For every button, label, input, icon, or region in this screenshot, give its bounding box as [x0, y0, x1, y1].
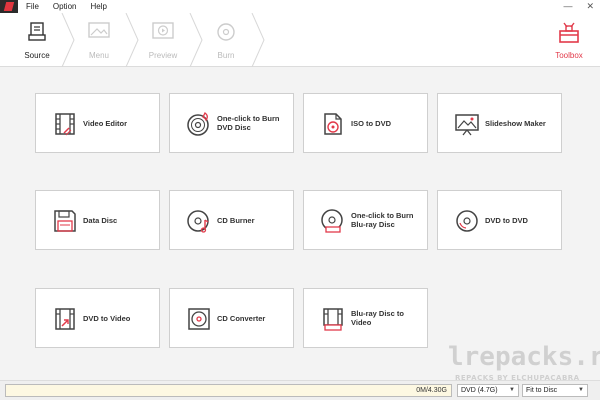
minimize-button[interactable]: —	[563, 0, 572, 12]
menu-option[interactable]: Option	[53, 2, 77, 11]
close-button[interactable]: ✕	[586, 0, 594, 12]
tool-label: CD Converter	[217, 313, 266, 323]
source-icon	[28, 22, 46, 41]
tool-video-editor[interactable]: Video Editor	[35, 93, 160, 153]
tool-label: Video Editor	[83, 118, 128, 128]
fit-mode-select[interactable]: Fit to Disc ▼	[522, 384, 588, 397]
step-menu[interactable]: Menu	[68, 13, 130, 67]
step-preview[interactable]: Preview	[132, 13, 194, 67]
tool-label: DVD to DVD	[485, 215, 528, 225]
tool-label: DVD to Video	[83, 313, 131, 323]
chevron-down-icon: ▼	[509, 387, 515, 393]
menu-bar: File Option Help — ✕	[0, 0, 600, 13]
status-bar: 0M/4.30G DVD (4.7G) ▼ Fit to Disc ▼	[0, 380, 600, 400]
tool-label: ISO to DVD	[351, 118, 392, 128]
floppy-icon	[54, 210, 76, 232]
fit-mode-value: Fit to Disc	[526, 387, 558, 394]
dvd-to-video-icon	[55, 308, 75, 330]
cd-burner-icon	[187, 210, 209, 233]
step-burn-label: Burn	[217, 51, 235, 60]
bluray-to-video-icon	[323, 308, 343, 331]
tool-label: Data Disc	[83, 215, 118, 225]
slideshow-icon	[455, 114, 479, 136]
burn-bluray-icon	[321, 209, 343, 233]
iso-icon	[324, 113, 342, 135]
menu-image-icon	[88, 22, 110, 38]
tool-iso-to-dvd[interactable]: ISO to DVD	[303, 93, 428, 153]
disc-type-value: DVD (4.7G)	[461, 387, 498, 394]
tool-burn-dvd[interactable]: One-click to Burn DVD Disc	[169, 93, 294, 153]
step-burn[interactable]: Burn	[195, 13, 257, 67]
video-editor-icon	[55, 113, 75, 136]
tool-label: One-click to Burn DVD Disc	[217, 114, 280, 132]
tool-label: Blu-ray Disc to Video	[351, 309, 404, 327]
step-source[interactable]: Source	[6, 13, 68, 67]
toolbox-icon	[559, 22, 579, 43]
disc-usage-text: 0M/4.30G	[416, 387, 447, 394]
workflow-steps: Source Menu Preview Burn Toolbox	[0, 13, 600, 67]
tool-cd-burner[interactable]: CD Burner	[169, 190, 294, 250]
step-menu-label: Menu	[88, 51, 109, 60]
tool-label: One-click to Burn Blu-ray Disc	[351, 211, 414, 229]
disc-usage-bar: 0M/4.30G	[5, 384, 452, 397]
watermark: lrepacks.ru	[448, 342, 600, 372]
burn-dvd-icon	[187, 112, 209, 136]
tool-cd-converter[interactable]: CD Converter	[169, 288, 294, 348]
preview-play-icon	[152, 22, 174, 39]
disc-type-select[interactable]: DVD (4.7G) ▼	[457, 384, 519, 397]
window-controls: — ✕	[563, 0, 594, 12]
toolbox-label: Toolbox	[555, 51, 583, 60]
menu-help[interactable]: Help	[90, 2, 106, 11]
step-source-label: Source	[24, 51, 50, 60]
chevron-down-icon: ▼	[578, 387, 584, 393]
tool-dvd-to-video[interactable]: DVD to Video	[35, 288, 160, 348]
tool-dvd-to-dvd[interactable]: DVD to DVD	[437, 190, 562, 250]
burn-disc-icon	[217, 23, 235, 41]
tool-slideshow-maker[interactable]: Slideshow Maker	[437, 93, 562, 153]
tool-label: Slideshow Maker	[485, 118, 546, 128]
menu-file[interactable]: File	[26, 2, 39, 11]
tool-data-disc[interactable]: Data Disc	[35, 190, 160, 250]
app-logo	[0, 0, 18, 13]
step-preview-label: Preview	[148, 51, 178, 60]
dvd-copy-icon	[456, 210, 478, 232]
cd-converter-icon	[188, 308, 210, 330]
tool-label: CD Burner	[217, 215, 255, 225]
toolbox-button[interactable]: Toolbox	[538, 13, 600, 67]
tool-burn-bluray[interactable]: One-click to Burn Blu-ray Disc	[303, 190, 428, 250]
tool-bluray-to-video[interactable]: Blu-ray Disc to Video	[303, 288, 428, 348]
